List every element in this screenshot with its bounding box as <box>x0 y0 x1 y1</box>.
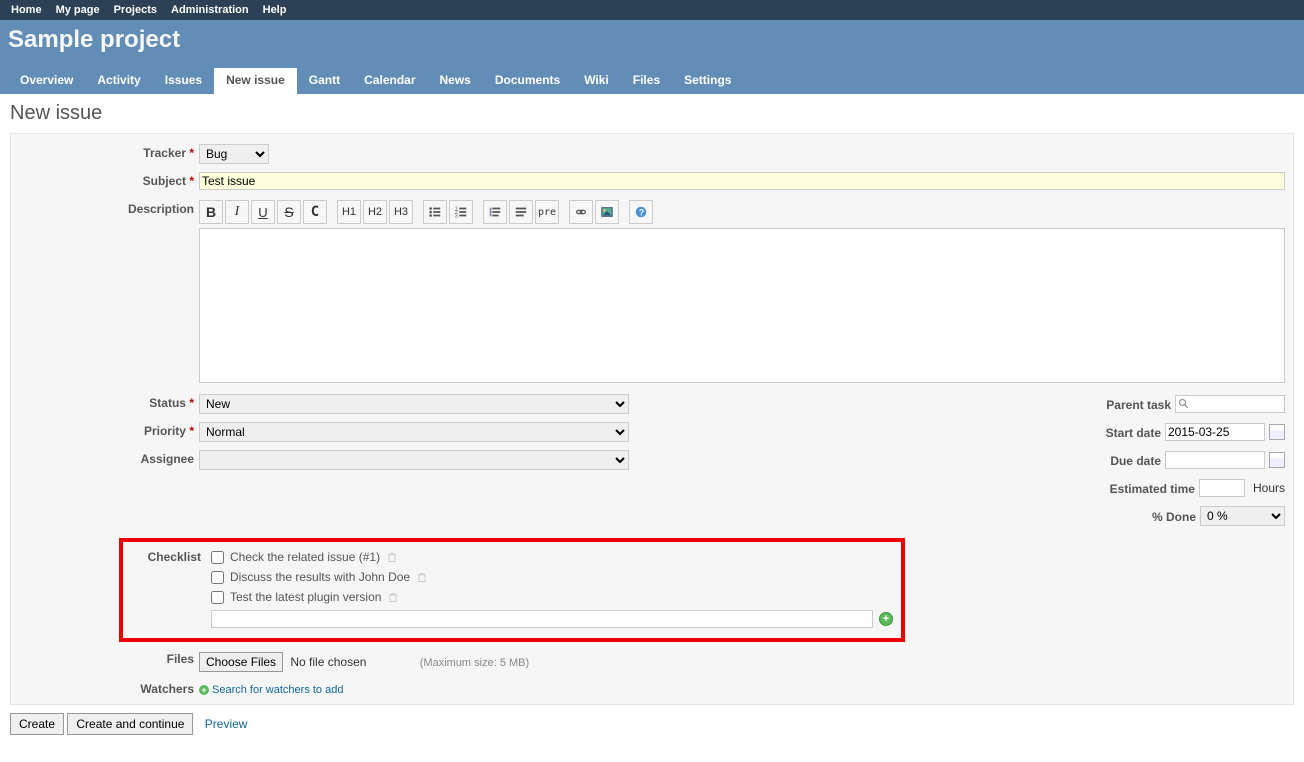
tracker-select[interactable]: Bug <box>199 144 269 164</box>
tab-activity[interactable]: Activity <box>85 68 152 94</box>
search-watchers-link[interactable]: +Search for watchers to add <box>199 684 343 696</box>
file-max-size: (Maximum size: 5 MB) <box>420 657 529 669</box>
trash-icon[interactable] <box>386 551 398 563</box>
start-date-input[interactable] <box>1165 423 1265 441</box>
top-menu-mypage[interactable]: My page <box>51 2 105 18</box>
hours-unit: Hours <box>1253 481 1285 495</box>
checklist-item: Test the latest plugin version <box>211 590 893 604</box>
form-buttons: Preview <box>10 713 1294 735</box>
watchers-label: Watchers <box>19 682 194 696</box>
checklist-item: Check the related issue (#1) <box>211 550 893 564</box>
checklist-item: Discuss the results with John Doe <box>211 570 893 584</box>
tab-files[interactable]: Files <box>621 68 672 94</box>
main-menu: Overview Activity Issues New issue Gantt… <box>8 68 1296 94</box>
tracker-label: Tracker * <box>19 144 194 160</box>
estimated-time-input[interactable] <box>1199 479 1245 497</box>
toolbar-ul[interactable] <box>423 200 447 224</box>
status-select[interactable]: New <box>199 394 629 414</box>
parent-task-input[interactable] <box>1175 395 1285 413</box>
svg-text:?: ? <box>639 208 644 218</box>
checklist-checkbox[interactable] <box>211 571 224 584</box>
preview-link[interactable]: Preview <box>205 717 248 731</box>
top-menu-administration[interactable]: Administration <box>166 2 254 18</box>
tab-overview[interactable]: Overview <box>8 68 85 94</box>
checklist-item-text: Discuss the results with John Doe <box>230 570 410 584</box>
top-menu-help[interactable]: Help <box>258 2 292 18</box>
toolbar-help[interactable]: ? <box>629 200 653 224</box>
start-date-label: Start date <box>657 424 1161 440</box>
checklist-checkbox[interactable] <box>211 551 224 564</box>
checklist-item-text: Check the related issue (#1) <box>230 550 380 564</box>
priority-select[interactable]: Normal <box>199 422 629 442</box>
toolbar-image[interactable] <box>595 200 619 224</box>
checklist-label: Checklist <box>131 550 201 564</box>
files-row: Files Choose Files No file chosen (Maxim… <box>19 652 1285 672</box>
toolbar-pre[interactable]: pre <box>535 200 559 224</box>
calendar-icon[interactable] <box>1269 452 1285 468</box>
top-menu: Home My page Projects Administration Hel… <box>0 0 1304 20</box>
status-label: Status * <box>19 394 194 410</box>
toolbar-underline[interactable]: U <box>251 200 275 224</box>
issue-form: Tracker * Bug Subject * Description B I … <box>10 133 1294 705</box>
description-textarea[interactable] <box>199 228 1285 383</box>
tab-gantt[interactable]: Gantt <box>297 68 352 94</box>
trash-icon[interactable] <box>416 571 428 583</box>
search-icon <box>1178 398 1190 410</box>
create-and-continue-button[interactable] <box>67 713 193 735</box>
wiki-toolbar: B I U S C H1 H2 H3 123 <box>199 200 1285 224</box>
toolbar-link[interactable] <box>569 200 593 224</box>
assignee-label: Assignee <box>19 450 194 466</box>
no-file-chosen: No file chosen <box>290 655 366 669</box>
parent-task-label: Parent task <box>657 396 1171 412</box>
trash-icon[interactable] <box>387 591 399 603</box>
content: New issue Tracker * Bug Subject * Descri… <box>0 94 1304 743</box>
percent-done-select[interactable]: 0 % <box>1200 506 1285 526</box>
checklist-item-text: Test the latest plugin version <box>230 590 381 604</box>
tab-new-issue[interactable]: New issue <box>214 68 297 94</box>
toolbar-unquote[interactable] <box>509 200 533 224</box>
subject-label: Subject * <box>19 172 194 188</box>
header: Sample project Overview Activity Issues … <box>0 20 1304 94</box>
toolbar-h3[interactable]: H3 <box>389 200 413 224</box>
checklist-section: Checklist Check the related issue (#1) D… <box>119 538 905 642</box>
tab-settings[interactable]: Settings <box>672 68 743 94</box>
create-button[interactable] <box>10 713 64 735</box>
description-label: Description <box>19 200 194 216</box>
calendar-icon[interactable] <box>1269 424 1285 440</box>
toolbar-italic[interactable]: I <box>225 200 249 224</box>
toolbar-ol[interactable]: 123 <box>449 200 473 224</box>
page-title: New issue <box>10 102 1294 125</box>
tab-calendar[interactable]: Calendar <box>352 68 427 94</box>
files-label: Files <box>19 652 194 666</box>
project-title: Sample project <box>8 26 1296 54</box>
toolbar-bold[interactable]: B <box>199 200 223 224</box>
toolbar-h2[interactable]: H2 <box>363 200 387 224</box>
top-menu-home[interactable]: Home <box>6 2 47 18</box>
tab-wiki[interactable]: Wiki <box>572 68 621 94</box>
toolbar-code[interactable]: C <box>303 200 327 224</box>
tab-documents[interactable]: Documents <box>483 68 572 94</box>
checklist-checkbox[interactable] <box>211 591 224 604</box>
toolbar-h1[interactable]: H1 <box>337 200 361 224</box>
svg-text:3: 3 <box>455 213 458 219</box>
assignee-select[interactable] <box>199 450 629 470</box>
due-date-input[interactable] <box>1165 451 1265 469</box>
top-menu-projects[interactable]: Projects <box>109 2 162 18</box>
priority-label: Priority * <box>19 422 194 438</box>
choose-files-button[interactable]: Choose Files <box>199 652 283 672</box>
tab-news[interactable]: News <box>428 68 483 94</box>
watchers-row: Watchers +Search for watchers to add <box>19 682 1285 696</box>
due-date-label: Due date <box>657 452 1161 468</box>
estimated-time-label: Estimated time <box>657 480 1195 496</box>
plus-icon: + <box>199 685 209 695</box>
toolbar-quote[interactable] <box>483 200 507 224</box>
add-checklist-icon[interactable]: + <box>879 612 893 626</box>
percent-done-label: % Done <box>657 508 1196 524</box>
toolbar-strike[interactable]: S <box>277 200 301 224</box>
tab-issues[interactable]: Issues <box>153 68 214 94</box>
checklist-new-input[interactable] <box>211 610 873 628</box>
subject-input[interactable] <box>199 172 1285 190</box>
